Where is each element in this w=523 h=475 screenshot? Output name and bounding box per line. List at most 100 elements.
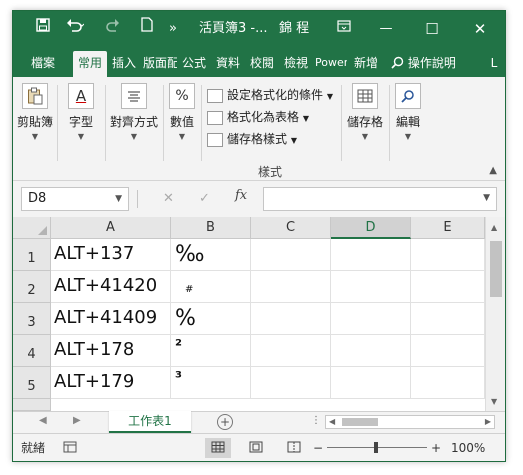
column-header-b[interactable]: B [171,217,251,239]
tab-review[interactable]: 校閱 [247,51,277,77]
cell-d3[interactable] [331,303,411,335]
cell-styles-button[interactable]: 儲存格樣式 ▼ [207,129,297,149]
cell-d1[interactable] [331,239,411,271]
sheet-tab-sheet1[interactable]: 工作表1 [109,411,191,433]
cell-c5[interactable] [251,367,331,399]
cell-a5[interactable]: ALT+179 [51,367,171,399]
zoom-level[interactable]: 100% [451,434,485,461]
cell-e4[interactable] [411,335,485,367]
column-header-e[interactable]: E [411,217,485,239]
name-box[interactable]: D8 ▼ [21,187,129,211]
alignment-label: 對齊方式 [109,115,158,129]
cell-b4[interactable]: ² [171,335,251,367]
tell-me-search[interactable]: 操作說明 [391,51,483,77]
scroll-thumb[interactable] [342,418,378,426]
row-header[interactable]: 1 [13,239,51,271]
close-button[interactable]: ✕ [465,11,495,47]
tab-file[interactable]: 檔案 [23,51,63,77]
conditional-formatting-button[interactable]: 設定格式化的條件 ▼ [207,85,333,105]
normal-view-icon[interactable] [205,438,231,458]
maximize-button[interactable]: ☐ [417,11,447,47]
minimize-button[interactable]: — [371,11,401,47]
font-group[interactable]: A 字型 ▼ [61,83,101,141]
save-icon[interactable] [33,11,53,47]
row-header[interactable]: 2 [13,271,51,303]
worksheet-grid[interactable]: A B C D E 1 ALT+137 ‰ 2 ALT+41420 # 3 AL… [13,217,505,411]
scroll-thumb[interactable] [490,241,502,297]
tab-page-layout[interactable]: 版面配置 [143,51,177,77]
chevron-down-icon[interactable]: ▼ [115,188,122,210]
cell-b1[interactable]: ‰ [171,239,251,271]
add-sheet-button[interactable]: + [217,414,233,430]
page-layout-view-icon[interactable] [243,438,269,458]
scroll-down-icon[interactable]: ▼ [491,397,497,406]
new-file-icon[interactable] [137,11,157,47]
collapse-ribbon-icon[interactable]: ▲ [489,165,497,176]
scroll-left-icon[interactable]: ◀ [329,416,335,428]
row-header[interactable] [13,399,51,411]
cell-a1[interactable]: ALT+137 [51,239,171,271]
undo-icon[interactable] [61,11,89,47]
cell-b2[interactable]: # [171,271,251,303]
cell-d2[interactable] [331,271,411,303]
zoom-in-button[interactable]: + [431,434,441,461]
cell-d4[interactable] [331,335,411,367]
column-header-d[interactable]: D [331,217,411,239]
enter-icon[interactable]: ✓ [199,188,210,210]
cell-a2[interactable]: ALT+41420 [51,271,171,303]
cell-b5[interactable]: ³ [171,367,251,399]
cells-group[interactable]: 儲存格 ▼ [343,83,387,141]
clipboard-group[interactable]: 剪貼簿 ▼ [15,83,55,141]
formula-input[interactable]: ▼ [263,187,497,211]
chevron-down-icon[interactable]: ▼ [483,193,490,203]
zoom-slider-thumb[interactable] [374,442,378,453]
cell-e3[interactable] [411,303,485,335]
more-options-icon[interactable]: ⋮ [311,415,321,426]
cell-e5[interactable] [411,367,485,399]
horizontal-scrollbar[interactable]: ◀ ▶ [325,415,495,429]
tab-formulas[interactable]: 公式 [179,51,209,77]
column-header-a[interactable]: A [51,217,171,239]
column-header-c[interactable]: C [251,217,331,239]
conditional-format-icon [207,88,223,103]
cell-e1[interactable] [411,239,485,271]
row-header[interactable]: 4 [13,335,51,367]
tab-insert[interactable]: 插入 [109,51,139,77]
cancel-icon[interactable]: ✕ [163,188,174,210]
tab-home[interactable]: 常用 [73,51,107,77]
cell-e2[interactable] [411,271,485,303]
select-all-corner[interactable] [13,217,51,239]
cell-c3[interactable] [251,303,331,335]
cell-a3[interactable]: ALT+41409 [51,303,171,335]
prev-sheet-icon[interactable]: ◀ [39,415,47,426]
cell-b3[interactable]: % [171,303,251,335]
next-sheet-icon[interactable]: ▶ [73,415,81,426]
insert-function-icon[interactable]: fx [235,188,247,203]
tab-data[interactable]: 資料 [213,51,243,77]
cell-c2[interactable] [251,271,331,303]
divider [201,85,202,161]
page-break-view-icon[interactable] [281,438,307,458]
vertical-scrollbar[interactable]: ▲ ▼ [485,217,505,411]
cell-a4[interactable]: ALT+178 [51,335,171,367]
cell-d5[interactable] [331,367,411,399]
tab-power-pivot[interactable]: Power Pivot [315,51,347,77]
cell-c4[interactable] [251,335,331,367]
ribbon: 剪貼簿 ▼ A 字型 ▼ 對齊方式 ▼ % 數值 ▼ 設定格式化的條件 ▼ 格式… [13,77,505,181]
ribbon-display-icon[interactable] [333,11,355,47]
tab-overflow[interactable]: L [487,51,501,77]
row-header[interactable]: 5 [13,367,51,399]
editing-group[interactable]: 編輯 ▼ [391,83,425,141]
cell-c1[interactable] [251,239,331,271]
zoom-out-button[interactable]: − [313,434,323,461]
scroll-up-icon[interactable]: ▲ [491,223,497,232]
more-commands-icon[interactable]: » [165,11,181,47]
tab-view[interactable]: 檢視 [281,51,311,77]
format-as-table-button[interactable]: 格式化為表格 ▼ [207,107,309,127]
alignment-group[interactable]: 對齊方式 ▼ [109,83,159,141]
tab-new-group[interactable]: 新增 [349,51,383,77]
scroll-right-icon[interactable]: ▶ [485,416,491,428]
number-group[interactable]: % 數值 ▼ [165,83,199,141]
macro-record-icon[interactable] [63,434,77,461]
row-header[interactable]: 3 [13,303,51,335]
